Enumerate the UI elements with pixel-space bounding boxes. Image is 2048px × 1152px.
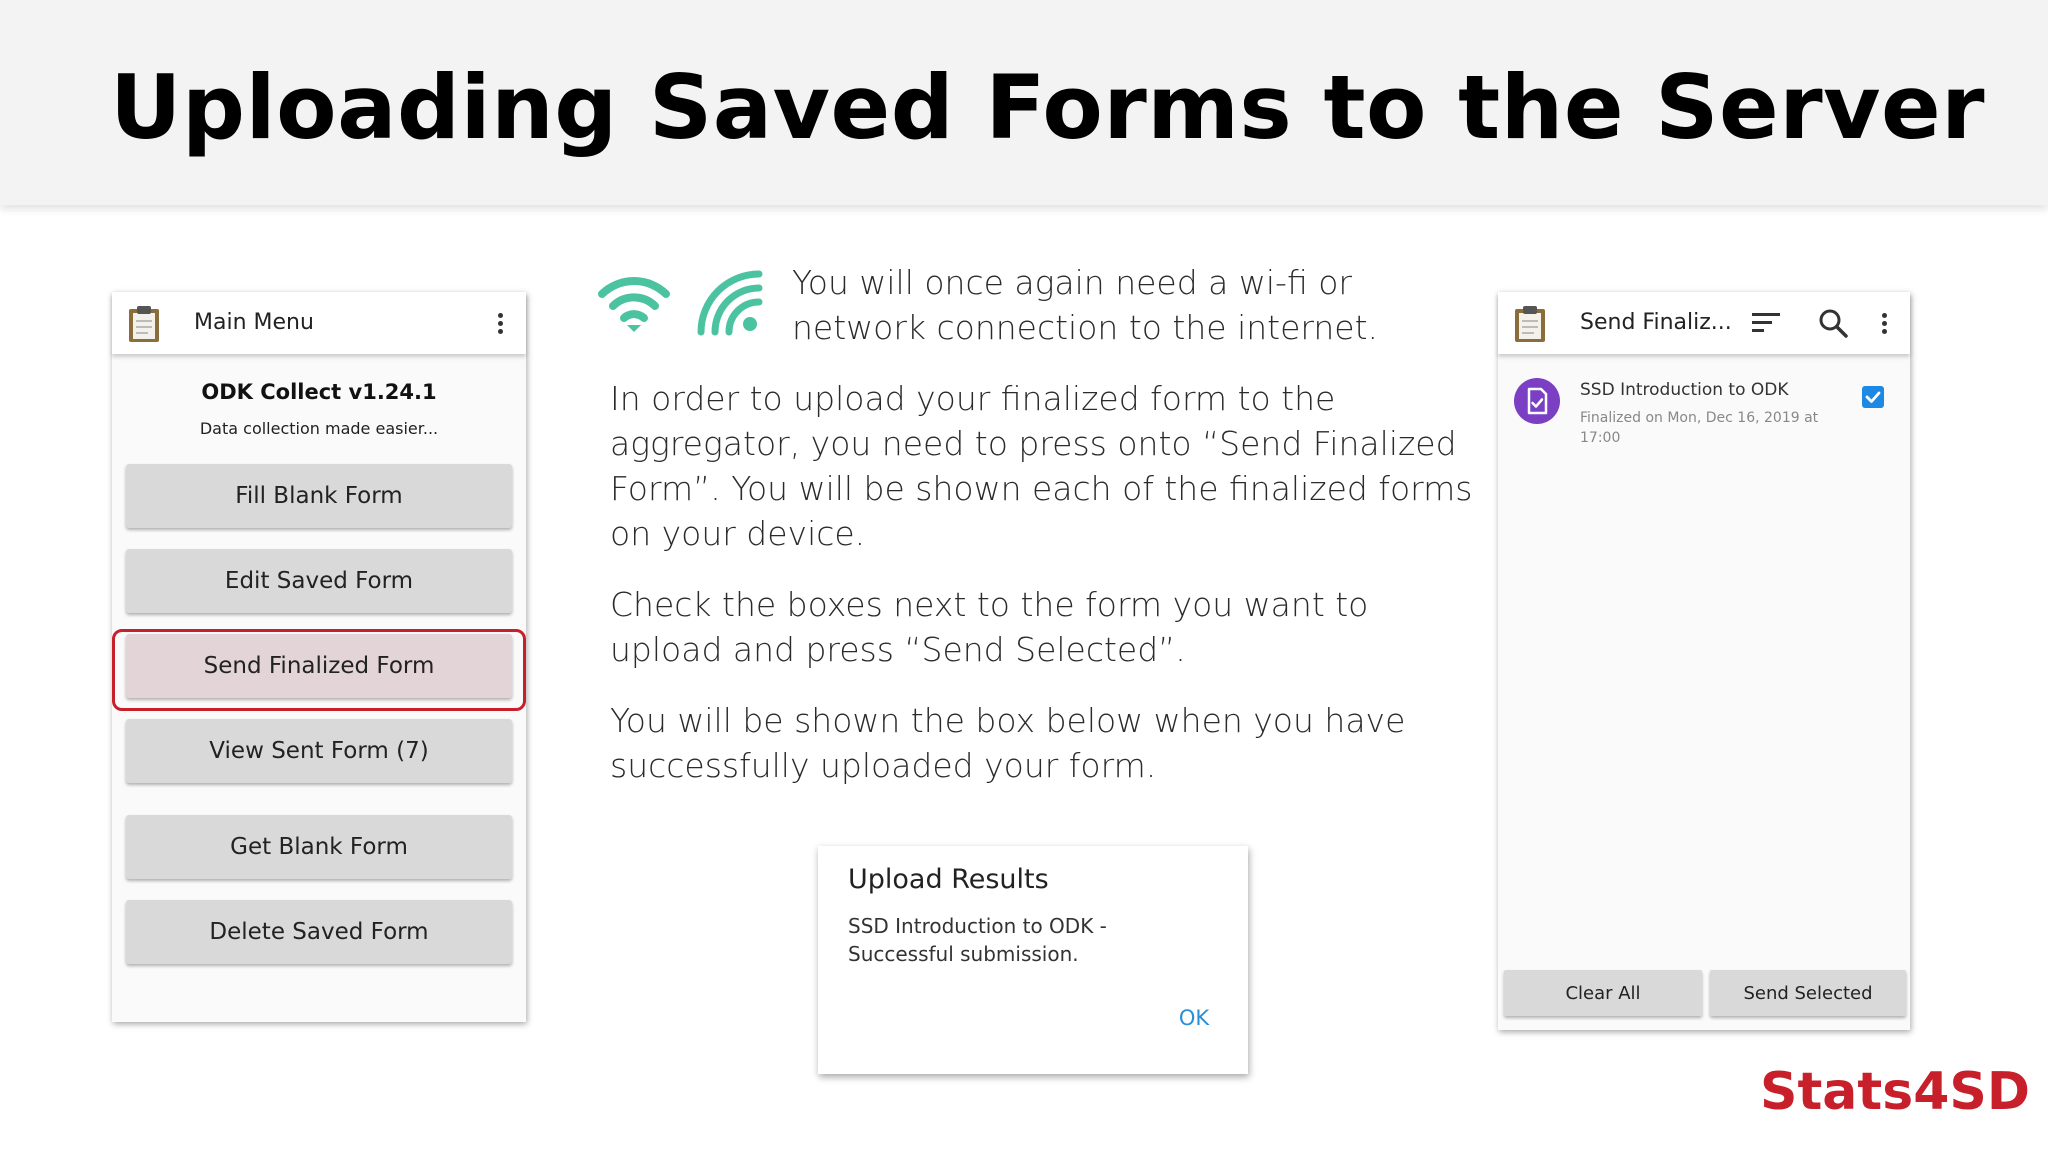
ok-button[interactable]: OK xyxy=(1174,1006,1214,1030)
clipboard-icon xyxy=(129,306,159,342)
stats4sd-logo: Stats4SD xyxy=(1760,1062,2031,1122)
highlight-outline xyxy=(112,629,526,711)
dialog-message: SSD Introduction to ODK - Successful sub… xyxy=(848,914,1107,966)
fill-blank-form-button[interactable]: Fill Blank Form xyxy=(126,464,512,528)
form-name: SSD Introduction to ODK xyxy=(1580,380,1789,400)
signal-icon xyxy=(697,270,763,336)
edit-saved-form-button[interactable]: Edit Saved Form xyxy=(126,549,512,613)
get-blank-form-button[interactable]: Get Blank Form xyxy=(126,815,512,879)
form-subtitle: Finalized on Mon, Dec 16, 2019 at 17:00 xyxy=(1580,410,1819,446)
checkbox-checked-icon[interactable] xyxy=(1862,386,1884,408)
clipboard-icon xyxy=(1515,306,1545,342)
app-tagline: Data collection made easier... xyxy=(199,419,439,438)
delete-saved-form-button[interactable]: Delete Saved Form xyxy=(126,900,512,964)
upload-results-dialog: Upload Results SSD Introduction to ODK -… xyxy=(818,846,1248,1074)
search-icon[interactable] xyxy=(1818,308,1848,338)
send-selected-button[interactable]: Send Selected xyxy=(1710,970,1906,1016)
instruction-para-3: You will be shown the box below when you… xyxy=(610,701,1406,785)
form-icon xyxy=(1514,378,1560,424)
more-vert-icon[interactable] xyxy=(1880,313,1888,337)
more-vert-icon[interactable] xyxy=(496,313,504,337)
wifi-icon xyxy=(598,277,670,332)
network-note: You will once again need a wi-fi or netw… xyxy=(792,263,1379,347)
send-finalized-appbar: Send Finaliz... xyxy=(1498,292,1910,354)
slide-title: Uploading Saved Forms to the Server xyxy=(110,56,1986,159)
instruction-para-2: Check the boxes next to the form you wan… xyxy=(610,585,1369,669)
send-finalized-title: Send Finaliz... xyxy=(1580,310,1732,335)
send-finalized-screen: Send Finaliz... SSD Introduction to ODK … xyxy=(1498,292,1910,1030)
main-menu-appbar: Main Menu xyxy=(112,292,526,354)
app-name: ODK Collect v1.24.1 xyxy=(201,380,437,404)
title-band: Uploading Saved Forms to the Server xyxy=(0,0,2048,205)
sort-icon[interactable] xyxy=(1752,311,1782,335)
view-sent-form-button[interactable]: View Sent Form (7) xyxy=(126,719,512,783)
list-item[interactable]: SSD Introduction to ODK Finalized on Mon… xyxy=(1498,376,1910,466)
instruction-para-1: In order to upload your finalized form t… xyxy=(610,379,1473,553)
dialog-title: Upload Results xyxy=(848,864,1049,895)
clear-all-button[interactable]: Clear All xyxy=(1504,970,1702,1016)
main-menu-title: Main Menu xyxy=(194,310,314,335)
